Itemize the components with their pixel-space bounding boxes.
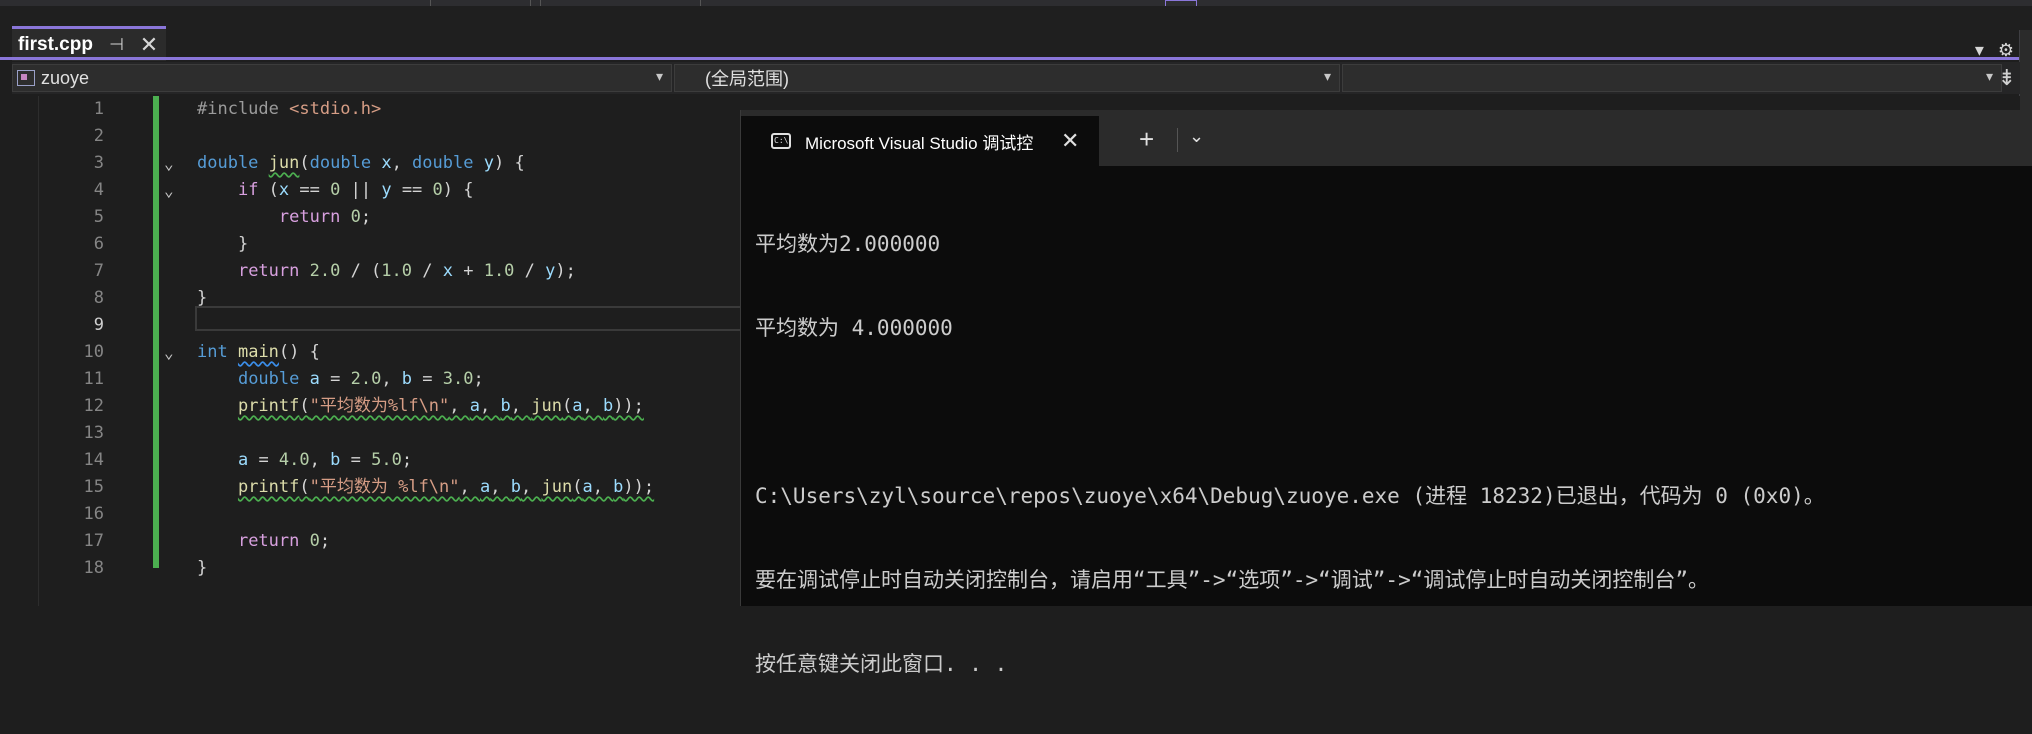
debug-console-window[interactable]: C:\ Microsoft Visual Studio 调试控 ✕ + ⌄ 平均… xyxy=(740,110,2032,676)
new-tab-plus-icon[interactable]: + xyxy=(1139,124,1154,155)
close-icon[interactable]: ✕ xyxy=(140,34,158,56)
chevron-down-icon: ▾ xyxy=(1323,68,1331,84)
console-line: C:\Users\zyl\source\repos\zuoye\x64\Debu… xyxy=(755,484,1825,508)
terminal-icon: C:\ xyxy=(771,133,791,149)
divider xyxy=(1177,128,1178,152)
project-icon xyxy=(17,70,35,86)
tab-title: first.cpp xyxy=(18,34,93,55)
scope-dropdown[interactable]: (全局范围) ▾ xyxy=(674,64,1340,92)
chevron-down-icon: ▾ xyxy=(655,68,663,84)
console-line: 按任意键关闭此窗口. . . xyxy=(755,652,1008,676)
console-line: 平均数为2.000000 xyxy=(755,232,941,256)
tab-first-cpp[interactable]: first.cpp ⊣ ✕ xyxy=(12,26,167,61)
console-tab[interactable]: C:\ Microsoft Visual Studio 调试控 ✕ xyxy=(741,116,1099,166)
console-line: 要在调试停止时自动关闭控制台，请启用“工具”->“选项”->“调试”->“调试停… xyxy=(755,568,1709,592)
close-icon[interactable]: ✕ xyxy=(1061,128,1079,154)
scope-label: (全局范围) xyxy=(705,69,789,89)
navigation-bar: zuoye ▾ (全局范围) ▾ ▾ ⇟ xyxy=(12,62,2020,94)
project-dropdown[interactable]: zuoye ▾ xyxy=(12,64,672,92)
fold-chevron-icon[interactable]: ⌄ xyxy=(164,150,174,177)
console-tab-title: Microsoft Visual Studio 调试控 xyxy=(805,133,1034,153)
split-view-icon[interactable]: ⇟ xyxy=(1998,65,2016,91)
member-dropdown[interactable]: ▾ xyxy=(1342,64,2002,92)
fold-chevron-icon[interactable]: ⌄ xyxy=(164,339,174,366)
console-output: 平均数为2.000000 平均数为 4.000000 C:\Users\zyl\… xyxy=(755,174,1825,734)
active-tab-accent xyxy=(0,57,2020,60)
chevron-down-icon: ▾ xyxy=(1985,68,1993,84)
console-line: 平均数为 4.000000 xyxy=(755,316,953,340)
project-name: zuoye xyxy=(41,67,90,88)
chevron-down-icon[interactable]: ⌄ xyxy=(1189,126,1204,147)
console-tab-bar: C:\ Microsoft Visual Studio 调试控 ✕ + ⌄ xyxy=(741,110,2032,166)
document-tab-row: first.cpp ⊣ ✕ ▾ ⚙ xyxy=(0,6,2032,61)
pin-icon[interactable]: ⊣ xyxy=(109,35,124,55)
fold-chevron-icon[interactable]: ⌄ xyxy=(164,177,174,204)
